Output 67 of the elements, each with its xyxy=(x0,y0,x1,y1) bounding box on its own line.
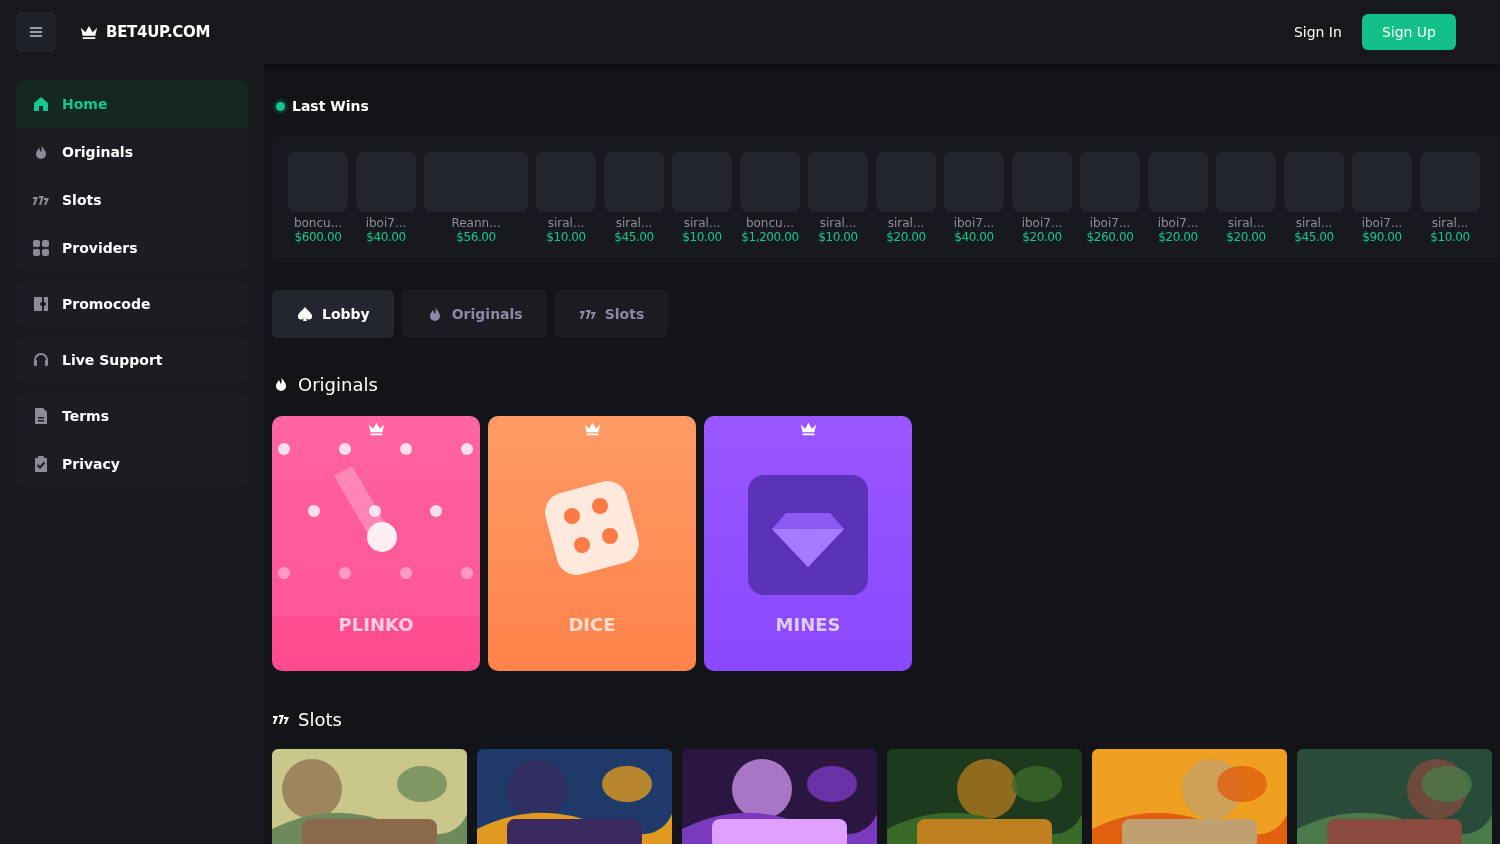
win-amount: $1,200.00 xyxy=(741,230,799,244)
win-amount: $10.00 xyxy=(546,230,586,244)
sidebar-item[interactable]: Providers xyxy=(16,224,248,272)
win-amount: $10.00 xyxy=(818,230,858,244)
crown-icon xyxy=(80,24,98,40)
game-name: DICE xyxy=(567,614,617,635)
winner-name: iboi7... xyxy=(365,216,407,230)
winner-name: siral... xyxy=(547,216,585,230)
sidebar-item[interactable]: Originals xyxy=(16,128,248,176)
win-amount: $600.00 xyxy=(294,230,342,244)
win-amount: $45.00 xyxy=(1294,230,1334,244)
category-tab[interactable]: Slots xyxy=(554,290,669,338)
sidebar-item[interactable]: Home xyxy=(16,80,248,128)
sidebar-item[interactable]: Privacy xyxy=(16,440,248,488)
home-icon xyxy=(32,95,50,113)
sign-in-link[interactable]: Sign In xyxy=(1293,24,1342,40)
category-tab[interactable]: Originals xyxy=(401,290,547,338)
game-name: MINES xyxy=(774,614,842,635)
sidebar-item[interactable]: Slots xyxy=(16,176,248,224)
ticket-icon xyxy=(32,295,50,313)
menu-icon xyxy=(30,27,42,37)
win-amount: $260.00 xyxy=(1086,230,1134,244)
crown-icon xyxy=(799,422,817,436)
win-amount: $20.00 xyxy=(1158,230,1198,244)
win-amount: $45.00 xyxy=(614,230,654,244)
logo-text[interactable]: BET4UP.COM xyxy=(106,23,211,41)
winner-name: iboi7... xyxy=(1361,216,1403,230)
crown-icon xyxy=(583,422,601,436)
winner-name: Reann... xyxy=(451,216,501,230)
section-title: Originals xyxy=(298,373,378,395)
category-tab[interactable]: Lobby xyxy=(272,290,394,338)
winner-name: siral... xyxy=(1227,216,1265,230)
winner-name: siral... xyxy=(1295,216,1333,230)
clipboard-icon xyxy=(32,455,50,473)
win-amount: $40.00 xyxy=(366,230,406,244)
document-icon xyxy=(32,407,50,425)
win-amount: $56.00 xyxy=(456,230,496,244)
live-dot xyxy=(276,101,285,111)
headset-icon xyxy=(32,351,50,369)
win-amount: $20.00 xyxy=(1022,230,1062,244)
win-amount: $20.00 xyxy=(886,230,926,244)
winner-name: boncu... xyxy=(745,216,795,230)
winner-name: iboi7... xyxy=(1021,216,1063,230)
sidebar-item[interactable]: Promocode xyxy=(16,280,248,328)
sidebar-item[interactable]: Live Support xyxy=(16,336,248,384)
win-amount: $90.00 xyxy=(1362,230,1402,244)
winner-name: siral... xyxy=(615,216,653,230)
winner-name: siral... xyxy=(819,216,857,230)
winner-name: boncu... xyxy=(293,216,343,230)
section-title: Last Wins xyxy=(292,98,369,114)
win-amount: $10.00 xyxy=(682,230,722,244)
section-title: Slots xyxy=(298,708,342,730)
winner-name: siral... xyxy=(887,216,925,230)
grid-icon xyxy=(32,239,50,257)
menu-button[interactable] xyxy=(16,12,56,52)
winner-name: siral... xyxy=(1431,216,1469,230)
winner-name: iboi7... xyxy=(953,216,995,230)
win-amount: $20.00 xyxy=(1226,230,1266,244)
winner-name: iboi7... xyxy=(1089,216,1131,230)
crown-icon xyxy=(367,422,385,436)
sidebar-item[interactable]: Terms xyxy=(16,392,248,440)
win-amount: $10.00 xyxy=(1430,230,1470,244)
winner-name: siral... xyxy=(683,216,721,230)
spade-icon xyxy=(296,305,314,323)
win-amount: $40.00 xyxy=(954,230,994,244)
winner-name: iboi7... xyxy=(1157,216,1199,230)
game-name: PLINKO xyxy=(337,614,415,635)
